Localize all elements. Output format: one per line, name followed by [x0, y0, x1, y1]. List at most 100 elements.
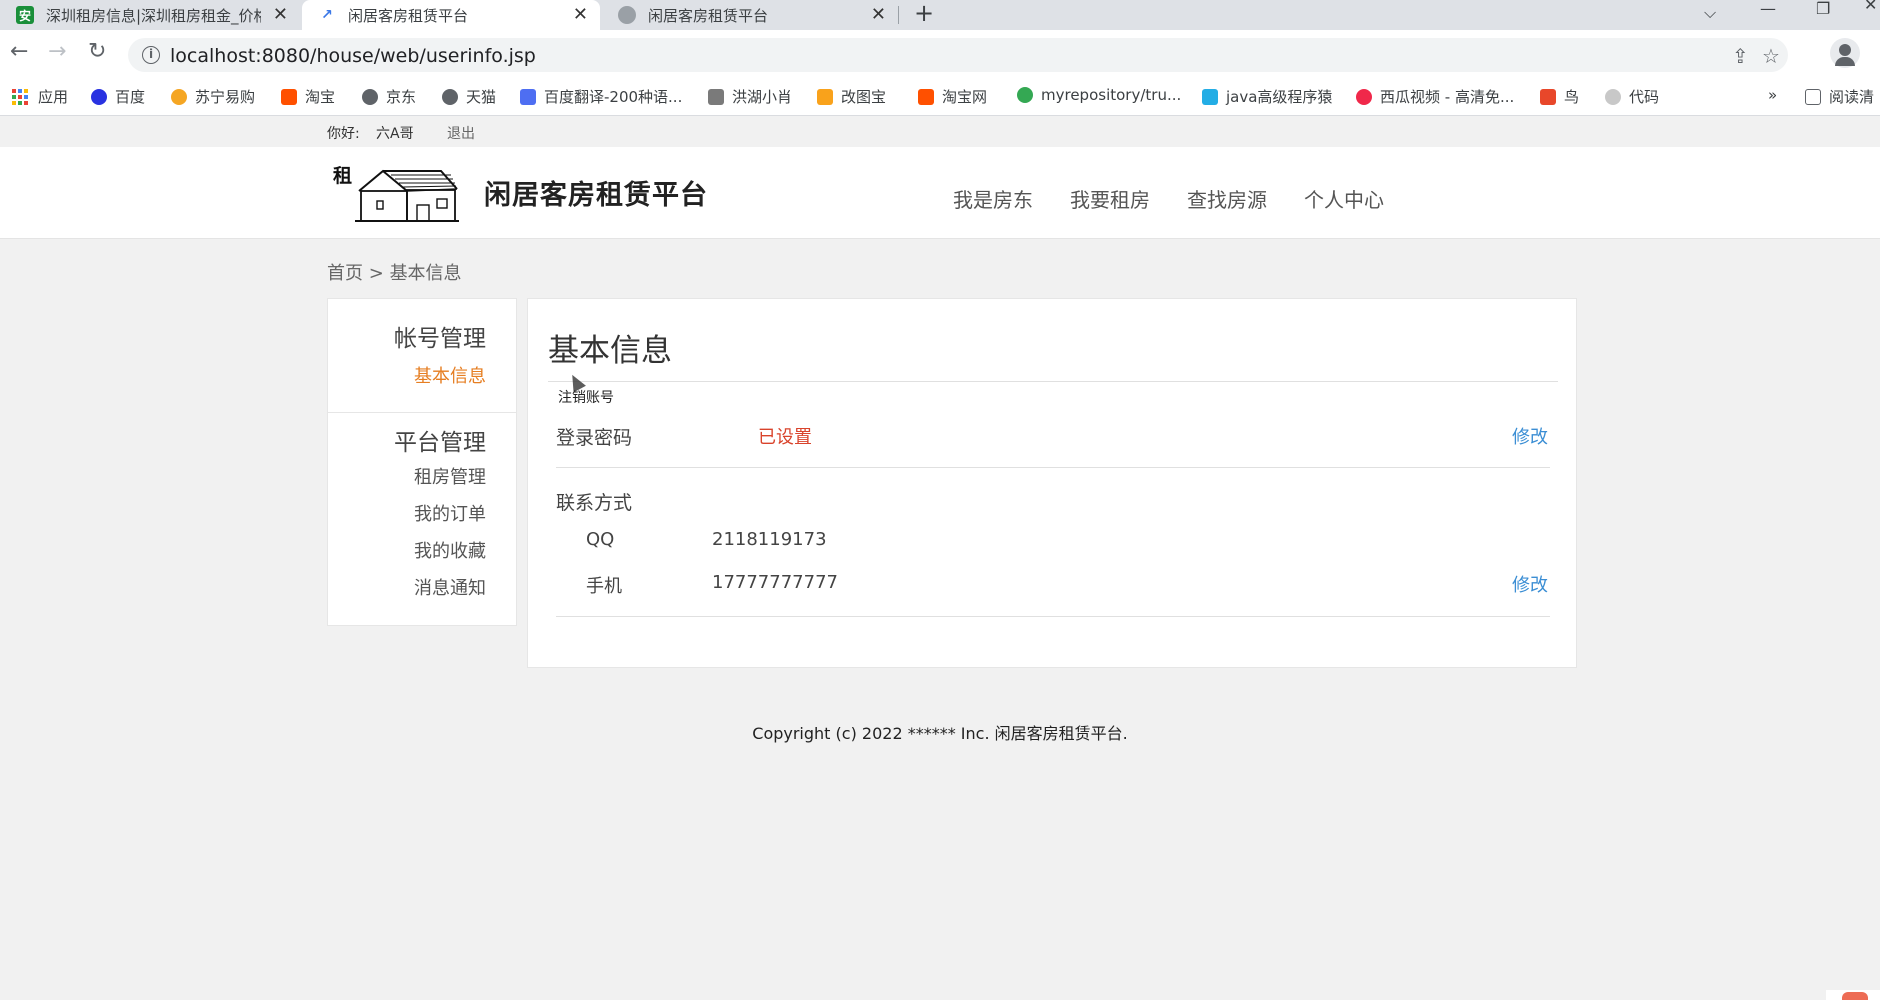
suning-icon	[171, 88, 187, 105]
url-text[interactable]: localhost:8080/house/web/userinfo.jsp	[170, 45, 536, 67]
close-tab-icon[interactable]: ✕	[573, 4, 588, 25]
sidebar-group-account: 帐号管理	[394, 326, 486, 352]
baidu-paw-icon	[91, 88, 107, 105]
gaitubao-icon	[817, 88, 833, 105]
address-bar[interactable]: i localhost:8080/house/web/userinfo.jsp …	[128, 38, 1788, 72]
row-divider	[556, 616, 1550, 617]
phone-value: 17777777777	[712, 572, 838, 593]
reading-list-label: 阅读清	[1829, 88, 1875, 106]
chrome-icon	[1017, 87, 1033, 103]
site-info-icon[interactable]: i	[142, 46, 160, 64]
bookmark-jd[interactable]: 京东	[362, 86, 416, 107]
logo-char: 租	[333, 165, 353, 187]
bookmark-label: 洪湖小肖	[732, 88, 793, 106]
nav-search-house[interactable]: 查找房源	[1187, 184, 1267, 213]
bookmark-label: 鸟	[1564, 88, 1580, 106]
reading-list-icon	[1805, 88, 1821, 105]
browser-tab[interactable]: 闲居客房租赁平台 ✕	[602, 0, 898, 30]
reading-list-button[interactable]: 阅读清	[1805, 86, 1874, 107]
contact-label: 联系方式	[556, 492, 633, 514]
globe-icon	[362, 88, 378, 105]
bookmarks-bar: 应用 百度 苏宁易购 淘宝 京东 天猫 百度翻译-200种语... 洪湖小肖 改…	[0, 76, 1880, 116]
restore-button[interactable]: ❐	[1816, 0, 1830, 18]
bookmark-niao[interactable]: 鸟	[1540, 86, 1579, 107]
breadcrumb-home[interactable]: 首页	[327, 263, 363, 284]
bookmark-gaitubao[interactable]: 改图宝	[817, 86, 886, 107]
bookmark-label: 改图宝	[841, 88, 887, 106]
bookmark-code-folder[interactable]: 代码	[1605, 86, 1659, 107]
bird-red-icon	[1540, 88, 1556, 105]
anjuke-favicon-icon: 安	[16, 6, 34, 24]
new-tab-button[interactable]: +	[914, 0, 934, 26]
sidebar-item-basic-info[interactable]: 基本信息	[414, 362, 486, 388]
chart-favicon-icon: ↗	[318, 6, 336, 24]
taobao-icon	[281, 88, 297, 105]
site-logo[interactable]: 租	[331, 161, 461, 223]
globe-favicon-icon	[618, 6, 636, 24]
bird-icon	[708, 88, 724, 105]
bookmark-star-icon[interactable]: ☆	[1762, 45, 1780, 67]
nav-rent[interactable]: 我要租房	[1070, 184, 1150, 213]
logout-link[interactable]: 退出	[447, 123, 475, 143]
sidebar-item-rental-management[interactable]: 租房管理	[414, 463, 486, 489]
back-button[interactable]: ←	[10, 40, 28, 64]
footer-copyright: Copyright (c) 2022 ****** Inc. 闲居客房租赁平台.	[752, 724, 1128, 743]
phone-label: 手机	[586, 576, 622, 597]
xigua-icon	[1356, 88, 1372, 105]
bookmark-label: 西瓜视频 - 高清免...	[1380, 88, 1515, 106]
reload-button[interactable]: ↻	[88, 40, 106, 64]
tab-title: 深圳租房信息|深圳租房租金_价格	[46, 6, 261, 25]
bookmark-honghu[interactable]: 洪湖小肖	[708, 86, 792, 107]
bookmark-suning[interactable]: 苏宁易购	[171, 86, 255, 107]
profile-avatar-icon[interactable]	[1830, 38, 1860, 68]
qq-value: 2118119173	[712, 529, 827, 550]
browser-tab[interactable]: 安 深圳租房信息|深圳租房租金_价格 ✕	[0, 0, 300, 30]
bookmark-label: 代码	[1629, 88, 1660, 106]
tab-search-icon[interactable]: ⌵	[1704, 4, 1716, 22]
bookmark-label: 百度翻译-200种语...	[544, 88, 683, 106]
edit-contact-link[interactable]: 修改	[1512, 571, 1548, 597]
bookmark-myrepository[interactable]: myrepository/tru...	[1017, 86, 1181, 104]
sidebar: 帐号管理 基本信息 平台管理 租房管理 我的订单 我的收藏 消息通知	[327, 298, 517, 626]
password-status: 已设置	[758, 427, 812, 448]
translate-icon	[520, 88, 536, 105]
breadcrumb-current: 基本信息	[389, 263, 462, 284]
basic-info-panel: 基本信息 注销账号 登录密码 已设置 修改 联系方式 QQ 2118119173…	[527, 298, 1577, 668]
close-tab-icon[interactable]: ✕	[273, 4, 288, 25]
close-window-button[interactable]: ✕	[1864, 0, 1877, 14]
bookmark-apps[interactable]: 应用	[12, 86, 68, 107]
share-icon[interactable]: ⇪	[1732, 45, 1749, 67]
sidebar-item-my-orders[interactable]: 我的订单	[414, 500, 486, 526]
breadcrumb: 首页 > 基本信息	[327, 259, 462, 285]
apps-grid-icon	[12, 88, 28, 105]
browser-toolbar: ← → ↻ i localhost:8080/house/web/userinf…	[0, 30, 1880, 76]
sidebar-divider	[328, 412, 516, 413]
bookmarks-more-button[interactable]: »	[1768, 86, 1777, 104]
bookmark-xigua[interactable]: 西瓜视频 - 高清免...	[1356, 86, 1514, 107]
edit-password-link[interactable]: 修改	[1512, 423, 1548, 449]
sidebar-group-platform: 平台管理	[394, 430, 486, 456]
browser-tab-active[interactable]: ↗ 闲居客房租赁平台 ✕	[302, 0, 600, 30]
bookmark-tmall[interactable]: 天猫	[442, 86, 496, 107]
bookmark-bilibili[interactable]: java高级程序猿	[1202, 86, 1332, 107]
tab-separator	[898, 6, 899, 24]
bookmark-baidu-translate[interactable]: 百度翻译-200种语...	[520, 86, 682, 107]
site-name[interactable]: 闲居客房租赁平台	[484, 173, 708, 212]
user-topbar: 你好: 六A哥 退出	[0, 117, 1880, 147]
bookmark-label: myrepository/tru...	[1041, 86, 1182, 104]
bookmark-taobao[interactable]: 淘宝	[281, 86, 335, 107]
qq-label: QQ	[586, 529, 615, 550]
breadcrumb-separator: >	[368, 263, 384, 284]
sidebar-item-notifications[interactable]: 消息通知	[414, 574, 486, 600]
bookmark-label: 百度	[115, 88, 146, 106]
nav-personal-center[interactable]: 个人中心	[1304, 184, 1384, 213]
sidebar-item-my-favorites[interactable]: 我的收藏	[414, 537, 486, 563]
bookmark-baidu[interactable]: 百度	[91, 86, 145, 107]
bookmark-label: 京东	[386, 88, 417, 106]
close-tab-icon[interactable]: ✕	[871, 4, 886, 25]
bilibili-icon	[1202, 88, 1218, 105]
bookmark-taobao-net[interactable]: 淘宝网	[918, 86, 987, 107]
minimize-button[interactable]: —	[1760, 0, 1776, 18]
nav-landlord[interactable]: 我是房东	[953, 184, 1033, 213]
forward-button[interactable]: →	[48, 40, 66, 64]
